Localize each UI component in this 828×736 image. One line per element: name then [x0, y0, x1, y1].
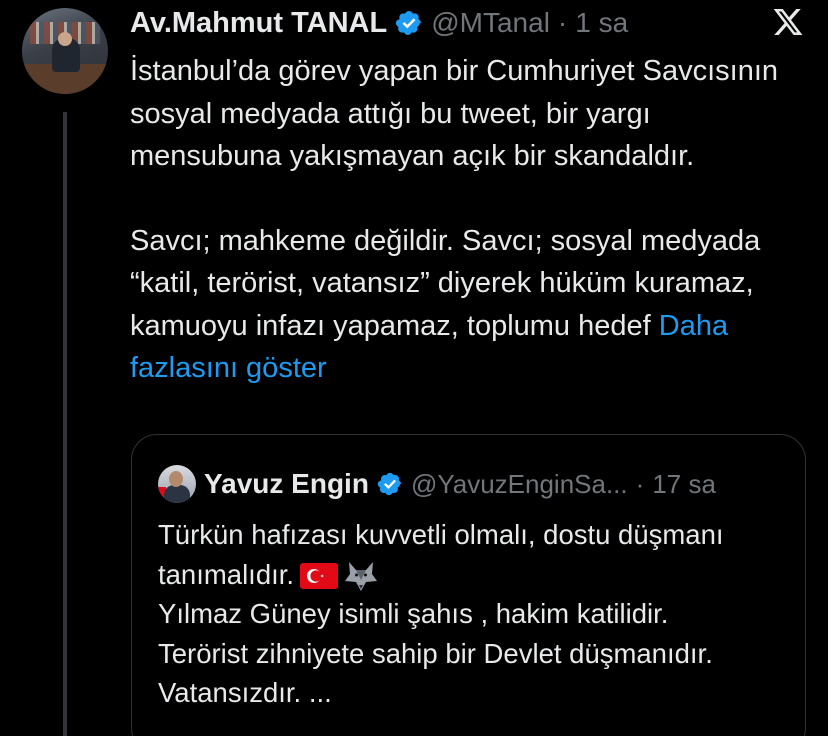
tweet-paragraph: Savcı; mahkeme değildir. Savcı; sosyal m… — [130, 220, 790, 390]
quoted-tweet-line: Terörist zihniyete sahip bir Devlet düşm… — [158, 637, 713, 709]
author-avatar[interactable] — [22, 8, 108, 94]
tweet-time[interactable]: 1 sa — [575, 7, 628, 39]
quoted-tweet-line-text: Türkün hafızası kuvvetli olmalı, dostu d… — [158, 519, 724, 590]
separator-dot: · — [635, 468, 645, 499]
quoted-author-avatar[interactable] — [158, 465, 196, 503]
tweet-detail: Av.Mahmut TANAL @MTanal · 1 sa İstanbul’… — [0, 0, 828, 736]
author-handle[interactable]: @MTanal — [431, 7, 550, 39]
turkish-flag-icon — [300, 563, 339, 590]
quoted-tweet[interactable]: Yavuz Engin @YavuzEnginSa... · 17 sa Tür… — [131, 434, 806, 736]
quoted-tweet-header: Yavuz Engin @YavuzEnginSa... · 17 sa — [158, 465, 716, 503]
tweet-text: İstanbul’da görev yapan bir Cumhuriyet S… — [130, 50, 790, 390]
author-name[interactable]: Av.Mahmut TANAL — [130, 7, 387, 40]
quoted-tweet-time[interactable]: 17 sa — [652, 469, 716, 500]
quoted-tweet-line: Yılmaz Güney isimli şahıs , hakim katili… — [158, 598, 669, 629]
wolf-icon — [345, 562, 378, 592]
tweet-header: Av.Mahmut TANAL @MTanal · 1 sa — [130, 6, 628, 40]
quoted-tweet-line: Türkün hafızası kuvvetli olmalı, dostu d… — [158, 515, 798, 594]
x-logo-icon[interactable] — [772, 6, 804, 38]
quoted-author-name[interactable]: Yavuz Engin — [204, 468, 369, 500]
verified-badge-icon — [377, 472, 402, 496]
separator-dot: · — [557, 7, 568, 38]
quoted-tweet-text: Türkün hafızası kuvvetli olmalı, dostu d… — [158, 515, 798, 713]
quoted-author-handle[interactable]: @YavuzEnginSa... — [411, 469, 628, 500]
tweet-paragraph: İstanbul’da görev yapan bir Cumhuriyet S… — [130, 55, 779, 172]
verified-badge-icon — [396, 11, 422, 35]
thread-line — [63, 112, 67, 736]
